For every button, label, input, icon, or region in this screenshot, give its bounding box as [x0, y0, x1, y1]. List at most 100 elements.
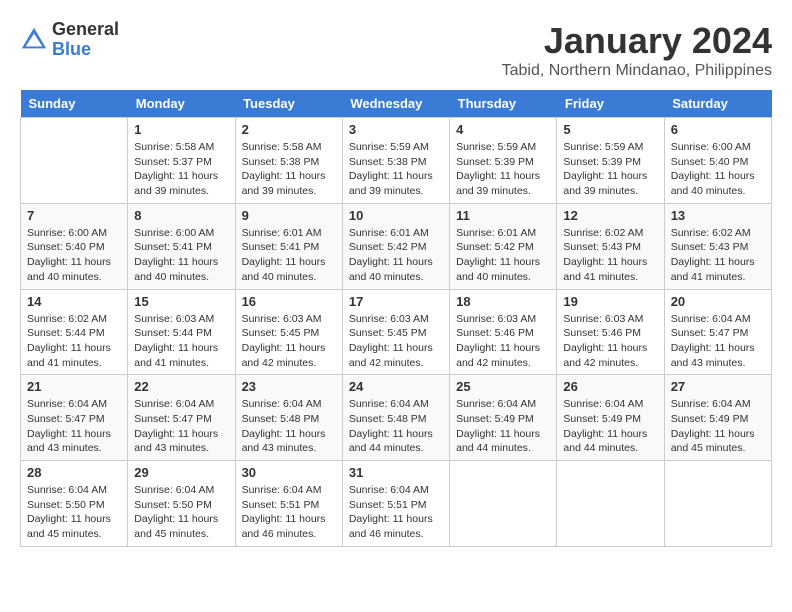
cell-sun-info: Sunrise: 5:59 AM Sunset: 5:38 PM Dayligh… — [349, 140, 443, 199]
calendar-cell: 25 Sunrise: 6:04 AM Sunset: 5:49 PM Dayli… — [450, 375, 557, 461]
day-number: 3 — [349, 122, 443, 137]
day-number: 26 — [563, 379, 657, 394]
cell-sun-info: Sunrise: 6:03 AM Sunset: 5:45 PM Dayligh… — [242, 312, 336, 371]
day-number: 11 — [456, 208, 550, 223]
cell-sun-info: Sunrise: 5:58 AM Sunset: 5:38 PM Dayligh… — [242, 140, 336, 199]
calendar-cell: 21Sunrise: 6:04 AM Sunset: 5:47 PM Dayli… — [21, 375, 128, 461]
day-number: 2 — [242, 122, 336, 137]
cell-sun-info: Sunrise: 6:01 AM Sunset: 5:42 PM Dayligh… — [349, 226, 443, 285]
calendar-cell: 8 Sunrise: 6:00 AM Sunset: 5:41 PM Daylig… — [128, 203, 235, 289]
day-number: 31 — [349, 465, 443, 480]
calendar-week-row: 7Sunrise: 6:00 AM Sunset: 5:40 PM Daylig… — [21, 203, 772, 289]
calendar-cell: 19 Sunrise: 6:03 AM Sunset: 5:46 PM Dayli… — [557, 289, 664, 375]
calendar-cell: 16 Sunrise: 6:03 AM Sunset: 5:45 PM Dayli… — [235, 289, 342, 375]
calendar-cell: 7Sunrise: 6:00 AM Sunset: 5:40 PM Daylig… — [21, 203, 128, 289]
day-number: 29 — [134, 465, 228, 480]
cell-sun-info: Sunrise: 6:04 AM Sunset: 5:49 PM Dayligh… — [563, 397, 657, 456]
calendar-cell: 15 Sunrise: 6:03 AM Sunset: 5:44 PM Dayli… — [128, 289, 235, 375]
calendar-week-row: 28 Sunrise: 6:04 AM Sunset: 5:50 PM Dayli… — [21, 461, 772, 547]
calendar-cell: 14Sunrise: 6:02 AM Sunset: 5:44 PM Dayli… — [21, 289, 128, 375]
calendar-cell: 26 Sunrise: 6:04 AM Sunset: 5:49 PM Dayli… — [557, 375, 664, 461]
day-header-friday: Friday — [557, 90, 664, 118]
calendar-cell: 11 Sunrise: 6:01 AM Sunset: 5:42 PM Dayli… — [450, 203, 557, 289]
calendar-cell: 23 Sunrise: 6:04 AM Sunset: 5:48 PM Dayli… — [235, 375, 342, 461]
logo-blue-text: Blue — [52, 40, 119, 60]
cell-sun-info: Sunrise: 6:04 AM Sunset: 5:48 PM Dayligh… — [349, 397, 443, 456]
calendar-header-row: SundayMondayTuesdayWednesdayThursdayFrid… — [21, 90, 772, 118]
day-number: 22 — [134, 379, 228, 394]
cell-sun-info: Sunrise: 6:04 AM Sunset: 5:47 PM Dayligh… — [134, 397, 228, 456]
calendar-cell — [450, 461, 557, 547]
cell-sun-info: Sunrise: 6:02 AM Sunset: 5:43 PM Dayligh… — [563, 226, 657, 285]
day-number: 15 — [134, 294, 228, 309]
day-number: 5 — [563, 122, 657, 137]
day-number: 9 — [242, 208, 336, 223]
calendar-cell: 22 Sunrise: 6:04 AM Sunset: 5:47 PM Dayli… — [128, 375, 235, 461]
day-number: 25 — [456, 379, 550, 394]
day-number: 24 — [349, 379, 443, 394]
subtitle: Tabid, Northern Mindanao, Philippines — [502, 62, 772, 80]
cell-sun-info: Sunrise: 6:04 AM Sunset: 5:51 PM Dayligh… — [242, 483, 336, 542]
day-number: 27 — [671, 379, 765, 394]
logo-text: General Blue — [52, 20, 119, 60]
cell-sun-info: Sunrise: 6:02 AM Sunset: 5:44 PM Dayligh… — [27, 312, 121, 371]
calendar-cell — [664, 461, 771, 547]
day-number: 28 — [27, 465, 121, 480]
calendar-cell: 28Sunrise: 6:04 AM Sunset: 5:50 PM Dayli… — [21, 461, 128, 547]
cell-sun-info: Sunrise: 6:04 AM Sunset: 5:48 PM Dayligh… — [242, 397, 336, 456]
cell-sun-info: Sunrise: 6:03 AM Sunset: 5:46 PM Dayligh… — [456, 312, 550, 371]
day-number: 17 — [349, 294, 443, 309]
calendar-cell: 31 Sunrise: 6:04 AM Sunset: 5:51 PM Dayli… — [342, 461, 449, 547]
cell-sun-info: Sunrise: 6:04 AM Sunset: 5:47 PM Dayligh… — [671, 312, 765, 371]
day-header-saturday: Saturday — [664, 90, 771, 118]
cell-sun-info: Sunrise: 6:04 AM Sunset: 5:51 PM Dayligh… — [349, 483, 443, 542]
calendar-cell — [21, 118, 128, 204]
cell-sun-info: Sunrise: 6:03 AM Sunset: 5:45 PM Dayligh… — [349, 312, 443, 371]
cell-sun-info: Sunrise: 6:01 AM Sunset: 5:41 PM Dayligh… — [242, 226, 336, 285]
calendar-cell: 10 Sunrise: 6:01 AM Sunset: 5:42 PM Dayli… — [342, 203, 449, 289]
page-header: General Blue January 2024 Tabid, Norther… — [20, 20, 772, 80]
calendar-cell: 2 Sunrise: 5:58 AM Sunset: 5:38 PM Daylig… — [235, 118, 342, 204]
calendar-cell: 6Sunrise: 6:00 AM Sunset: 5:40 PM Daylig… — [664, 118, 771, 204]
day-number: 16 — [242, 294, 336, 309]
day-number: 1 — [134, 122, 228, 137]
day-number: 23 — [242, 379, 336, 394]
cell-sun-info: Sunrise: 5:59 AM Sunset: 5:39 PM Dayligh… — [563, 140, 657, 199]
calendar-cell: 24 Sunrise: 6:04 AM Sunset: 5:48 PM Dayli… — [342, 375, 449, 461]
day-number: 10 — [349, 208, 443, 223]
cell-sun-info: Sunrise: 6:04 AM Sunset: 5:49 PM Dayligh… — [456, 397, 550, 456]
logo-general-text: General — [52, 20, 119, 40]
calendar-week-row: 21 Sunrise: 6:04 AM Sunset: 5:47 PM Dayli… — [21, 375, 772, 461]
day-header-monday: Monday — [128, 90, 235, 118]
day-number: 21 — [27, 379, 121, 394]
cell-sun-info: Sunrise: 6:01 AM Sunset: 5:42 PM Dayligh… — [456, 226, 550, 285]
day-header-tuesday: Tuesday — [235, 90, 342, 118]
calendar-week-row: 14Sunrise: 6:02 AM Sunset: 5:44 PM Dayli… — [21, 289, 772, 375]
day-number: 20 — [671, 294, 765, 309]
logo: General Blue — [20, 20, 119, 60]
day-number: 12 — [563, 208, 657, 223]
day-number: 18 — [456, 294, 550, 309]
cell-sun-info: Sunrise: 6:03 AM Sunset: 5:44 PM Dayligh… — [134, 312, 228, 371]
calendar-cell: 5 Sunrise: 5:59 AM Sunset: 5:39 PM Daylig… — [557, 118, 664, 204]
calendar-week-row: 1 Sunrise: 5:58 AM Sunset: 5:37 PM Daylig… — [21, 118, 772, 204]
cell-sun-info: Sunrise: 6:04 AM Sunset: 5:50 PM Dayligh… — [134, 483, 228, 542]
calendar-cell: 29 Sunrise: 6:04 AM Sunset: 5:50 PM Dayli… — [128, 461, 235, 547]
day-header-sunday: Sunday — [21, 90, 128, 118]
cell-sun-info: Sunrise: 5:59 AM Sunset: 5:39 PM Dayligh… — [456, 140, 550, 199]
cell-sun-info: Sunrise: 6:00 AM Sunset: 5:41 PM Dayligh… — [134, 226, 228, 285]
day-number: 6 — [671, 122, 765, 137]
calendar-cell: 13Sunrise: 6:02 AM Sunset: 5:43 PM Dayli… — [664, 203, 771, 289]
calendar-cell: 3 Sunrise: 5:59 AM Sunset: 5:38 PM Daylig… — [342, 118, 449, 204]
day-number: 8 — [134, 208, 228, 223]
day-number: 30 — [242, 465, 336, 480]
calendar-cell — [557, 461, 664, 547]
cell-sun-info: Sunrise: 6:03 AM Sunset: 5:46 PM Dayligh… — [563, 312, 657, 371]
day-number: 19 — [563, 294, 657, 309]
calendar-cell: 18 Sunrise: 6:03 AM Sunset: 5:46 PM Dayli… — [450, 289, 557, 375]
calendar-table: SundayMondayTuesdayWednesdayThursdayFrid… — [20, 90, 772, 547]
cell-sun-info: Sunrise: 5:58 AM Sunset: 5:37 PM Dayligh… — [134, 140, 228, 199]
calendar-cell: 30 Sunrise: 6:04 AM Sunset: 5:51 PM Dayli… — [235, 461, 342, 547]
calendar-cell: 17 Sunrise: 6:03 AM Sunset: 5:45 PM Dayli… — [342, 289, 449, 375]
calendar-cell: 1 Sunrise: 5:58 AM Sunset: 5:37 PM Daylig… — [128, 118, 235, 204]
